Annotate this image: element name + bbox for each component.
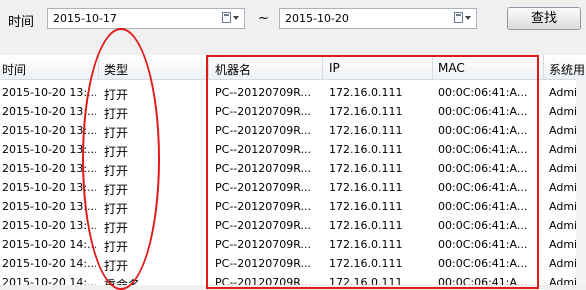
start-date-field[interactable]: 2015-10-17 [47,8,245,29]
column-header-system-user[interactable]: 系统用 [549,61,585,78]
start-date-value: 2015-10-17 [53,12,117,25]
filter-toolbar: 时间 2015-10-17 ~ 2015-10-20 查找 [0,0,586,42]
search-button[interactable]: 查找 [507,7,581,30]
cell-time: 2015-10-20 13:... [2,86,96,99]
annotation-rectangle [206,55,539,289]
end-date-value: 2015-10-20 [285,12,349,25]
chevron-down-icon [233,16,239,20]
start-calendar-dropdown[interactable] [220,11,242,26]
calendar-icon [222,12,231,23]
date-range-separator: ~ [258,11,269,26]
cell-time: 2015-10-20 14:... [2,276,96,285]
calendar-icon [454,12,463,23]
cell-time: 2015-10-20 14:... [2,238,96,251]
column-divider [543,55,544,79]
end-calendar-dropdown[interactable] [452,11,474,26]
cell-time: 2015-10-20 13:... [2,219,96,232]
vertical-scrollbar[interactable] [576,79,586,285]
annotation-ellipse [82,28,160,290]
cell-time: 2015-10-20 13:... [2,200,96,213]
cell-time: 2015-10-20 14:... [2,257,96,270]
chevron-down-icon [465,16,471,20]
time-label: 时间 [8,15,35,30]
cell-time: 2015-10-20 13:... [2,105,96,118]
column-header-time[interactable]: 时间 [2,61,26,78]
end-date-field[interactable]: 2015-10-20 [279,8,477,29]
